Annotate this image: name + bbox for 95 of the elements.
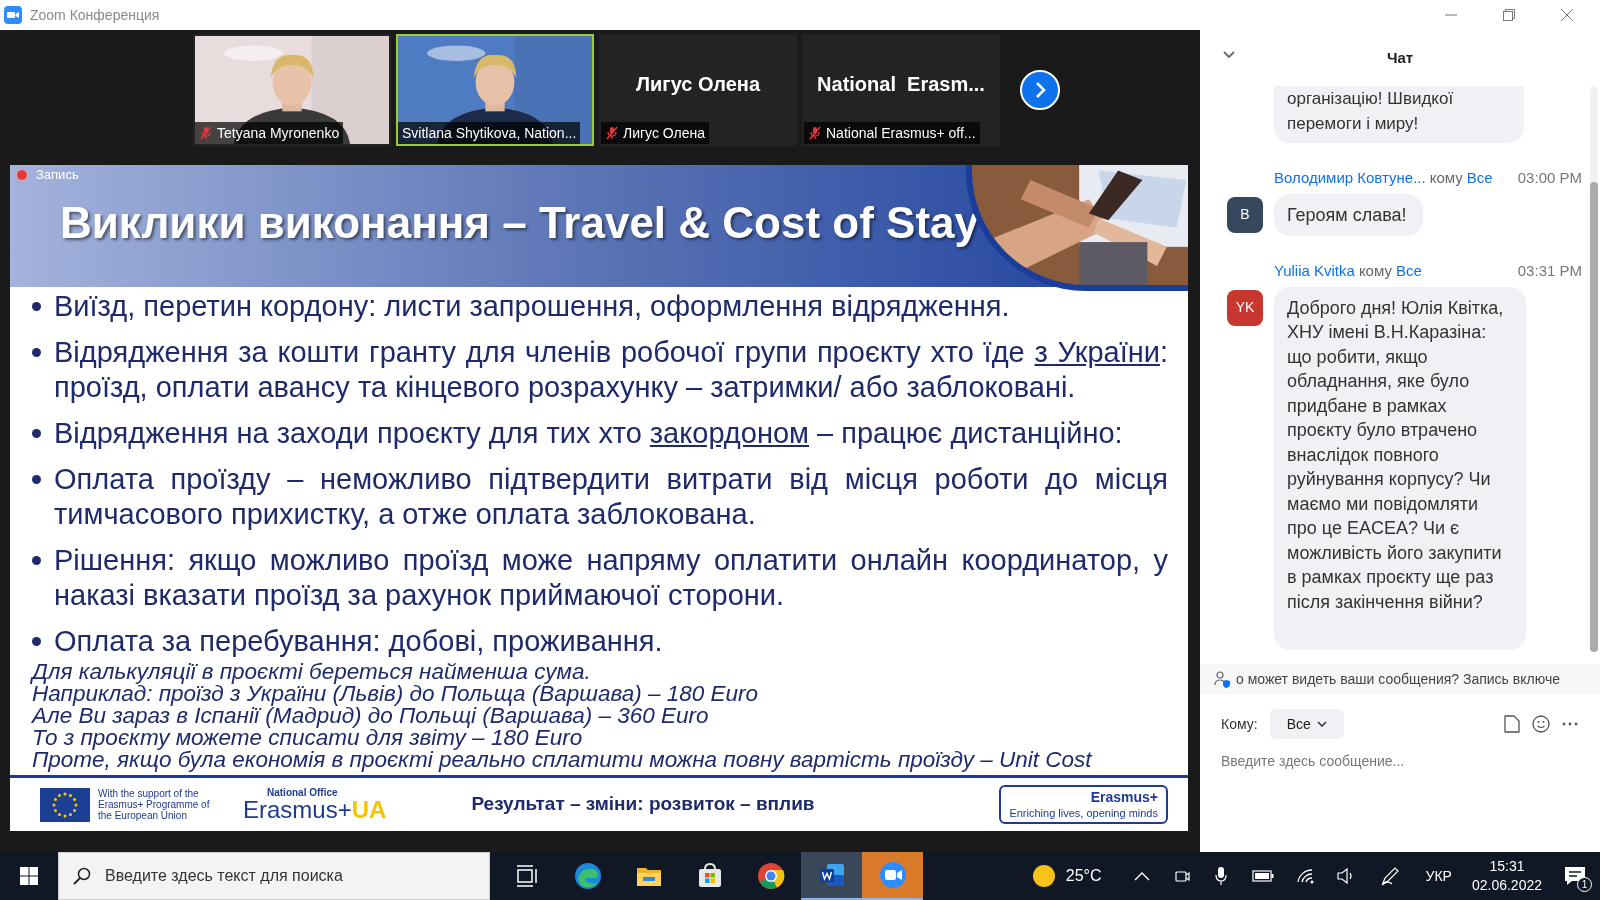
note-line: Але Ви зараз в Іспанії (Мадрид) до Польщі (Варшава) – 360 Euro	[32, 705, 710, 727]
file-button[interactable]	[1504, 715, 1520, 733]
chevron-right-icon	[1033, 81, 1047, 99]
caret-icon	[1316, 721, 1327, 727]
sender-name[interactable]: Володимир Ковтуне...	[1274, 167, 1426, 190]
bullet-marker-icon	[32, 637, 41, 646]
temperature: 25°C	[1065, 866, 1102, 886]
office-name: Erasmus+UA	[243, 798, 387, 822]
more-icon	[1562, 722, 1578, 726]
note-line: Для калькуляції в проєкті береться найменша сума.	[32, 661, 591, 683]
muted-mic-icon	[808, 126, 822, 140]
video-tile[interactable]: National Erasm... National Erasmus+ off...	[802, 34, 1000, 146]
participant-display-name: Лигус Олена	[636, 72, 760, 97]
restore-icon	[1503, 9, 1515, 21]
chat-bubble: Доброго дня! Юлія Квітка, ХНУ імені В.Н.Каразіна: що робити, якщо обладнання, яке було придбане в рамках проєкту було втрачено внаслідок повного руйнування корпусу? Чи маємо ми повідомляти про це EACEA? Чи є можливість його закупити в рамках проєкту ще раз після закінчення війни?	[1274, 286, 1526, 650]
video-camera-icon	[4, 6, 22, 24]
video-tile[interactable]: Svitlana Shytikova, Nation...	[396, 34, 594, 146]
slide-title: Виклики виконання – Travel & Cost of Stay	[60, 197, 979, 249]
slide-slogan: Результат – зміни: розвиток – вплив	[471, 792, 815, 817]
participant-name: Tetyana Myronenko	[217, 123, 340, 143]
message-time: 03:31 PM	[1517, 261, 1582, 281]
person-shield-icon	[1214, 670, 1232, 688]
muted-mic-icon	[605, 126, 619, 140]
next-page-button[interactable]	[1020, 70, 1060, 110]
participant-name: Лигус Олена	[623, 123, 706, 143]
chevron-up-icon	[1133, 871, 1150, 881]
bullet-marker-icon	[32, 302, 41, 311]
chat-title: Чат	[1386, 47, 1414, 68]
message-time: 03:00 PM	[1517, 168, 1582, 188]
eu-support-text: With the support of the Erasmus+ Programme of the European Union	[98, 788, 211, 821]
clock-date: 02.06.2022	[1471, 876, 1542, 895]
collapse-chevron-button[interactable]	[1222, 50, 1236, 60]
participant-name: National Erasmus+ off...	[826, 123, 976, 143]
chrome-icon	[755, 861, 786, 891]
microphone-icon	[1213, 866, 1228, 886]
recording-label: Запись	[36, 166, 79, 184]
note-line: То з проєкту можете списати для звіту – 180 Euro	[32, 727, 583, 749]
notification-count: 1	[1577, 877, 1592, 892]
bullet-marker-icon	[32, 429, 41, 438]
taskbar-search-field[interactable]: Введите здесь текст для поиска	[58, 852, 490, 900]
input-language[interactable]: УКР	[1425, 865, 1452, 887]
notifications-button[interactable]: 1	[1550, 852, 1600, 900]
file-icon	[1504, 715, 1520, 733]
sender-avatar: YK	[1227, 289, 1263, 326]
bullet-text: Рішення: якщо можливо проїзд може напряму оплатити онлайн координатор, у наказі вказати проїзд за рахунок приймаючої сторони.	[54, 543, 1168, 613]
chat-bubble: Героям слава!	[1274, 193, 1423, 236]
bullet-text: Оплата за перебування: добові, проживання.	[54, 624, 663, 659]
bullet-marker-icon	[32, 556, 41, 565]
notice-text[interactable]: о может видеть ваши сообщения? Запись включе	[1236, 668, 1560, 690]
recipient-label: Кому:	[1221, 714, 1258, 734]
bullet-marker-icon	[32, 475, 41, 484]
recipient-prefix: кому	[1429, 168, 1463, 188]
bullet-text: Виїзд, перетин кордону: листи запрошення, оформлення відрядження.	[54, 289, 1010, 324]
close-icon	[1561, 9, 1573, 21]
recipient-name: Все	[1395, 261, 1422, 281]
pen-icon	[1379, 866, 1400, 886]
eu-flag-icon	[40, 787, 90, 822]
clock-time: 15:31	[1489, 857, 1525, 876]
sender-name[interactable]: Yuliia Kvitka	[1274, 260, 1355, 283]
edge-icon	[572, 861, 603, 891]
bullet-text: Відрядження на заходи проєкту для тих хто закордоном – працює дистанційно:	[54, 416, 1123, 451]
recipient-select[interactable]: Все	[1269, 709, 1344, 739]
search-input[interactable]: Введите здесь текст для поиска	[105, 864, 489, 888]
battery-icon	[1251, 870, 1274, 882]
chevron-down-icon	[1222, 50, 1236, 60]
message-input[interactable]: Введите здесь сообщение...	[1221, 751, 1579, 772]
participant-name: Svitlana Shytikova, Nation...	[402, 123, 577, 143]
wifi-icon	[1295, 868, 1316, 884]
window-title: Zoom Конференция	[30, 5, 160, 25]
search-icon	[73, 867, 91, 885]
smiley-icon	[1532, 715, 1550, 733]
sender-avatar: В	[1227, 196, 1263, 233]
badge-title: Erasmus+	[1090, 789, 1158, 806]
participant-display-name: National Erasm...	[817, 72, 985, 97]
recipient-name: Все	[1466, 168, 1493, 188]
windows-logo-icon	[20, 867, 38, 885]
badge-subtitle: Enriching lives, opening minds	[1009, 806, 1158, 820]
chat-bubble: організацію! Швидкої перемоги і миру!	[1274, 86, 1524, 143]
bullet-marker-icon	[32, 348, 41, 357]
more-options-button[interactable]	[1562, 722, 1578, 726]
note-line: Наприклад: проїзд з України (Львів) до Польща (Варшава) – 180 Euro	[32, 683, 760, 705]
note-line: Проте, якщо була економія в проєкті реально сплатити можна повну вартість проїзду – Unit Cost	[32, 749, 1094, 771]
video-tile[interactable]: Tetyana Myronenko	[193, 34, 391, 146]
muted-mic-icon	[199, 126, 213, 140]
recipient-prefix: кому	[1358, 261, 1392, 281]
office-label: National Office	[266, 787, 339, 798]
clock[interactable]: 15:31 02.06.2022	[1471, 857, 1542, 895]
video-tile[interactable]: Лигус Олена Лигус Олена	[599, 34, 797, 146]
scrollbar-thumb[interactable]	[1590, 182, 1598, 652]
video-camera-icon	[877, 860, 908, 890]
bullet-text: Оплата проїзду – неможливо підтвердити витрати від місця роботи до місця тимчасового прихистку, а отже оплата заблокована.	[54, 462, 1168, 532]
sun-icon	[1031, 864, 1056, 888]
emoji-button[interactable]	[1532, 715, 1550, 733]
message-icon	[1564, 866, 1586, 886]
bullet-text: Відрядження за кошти гранту для членів робочої групи проєкту хто їде з України: проїзд, оплати авансу та кінцевого розрахунку – затримки/ або заблоковані.	[54, 335, 1168, 405]
